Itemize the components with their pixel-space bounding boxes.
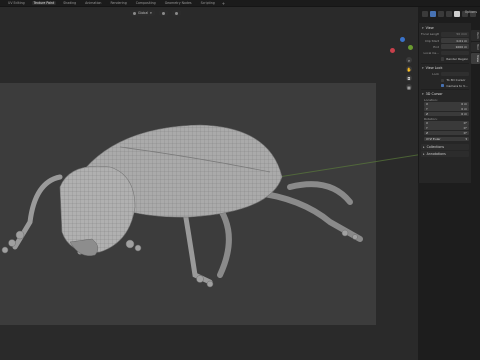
chevron-down-icon: ▾ xyxy=(422,92,424,97)
proportional-edit-toggle[interactable] xyxy=(171,10,181,16)
sidebar-tabs: Item Tool View xyxy=(471,30,480,90)
hand-pan-icon[interactable]: ✋ xyxy=(406,66,412,72)
chevron-right-icon: ▸ xyxy=(423,145,425,150)
viewport-header: Global ▾ xyxy=(0,7,476,23)
render-region-checkbox[interactable] xyxy=(441,57,445,61)
workspace-tab[interactable]: UV Editing xyxy=(6,1,27,5)
rotation-mode-dropdown[interactable]: XYZ Euler ▾ xyxy=(424,136,469,142)
view-section-header[interactable]: ▾ View xyxy=(421,25,469,31)
grid-icon[interactable]: ▦ xyxy=(406,84,412,90)
chevron-down-icon: ▾ xyxy=(422,26,424,30)
local-camera-field[interactable] xyxy=(441,50,469,56)
clip-start-field[interactable]: 0.01 m xyxy=(441,38,469,43)
workspace-tab[interactable]: Geometry Nodes xyxy=(163,1,194,5)
chevron-down-icon: ▾ xyxy=(150,11,152,15)
xray-icon[interactable] xyxy=(446,11,452,17)
beetle-tarsus-segments xyxy=(1,229,358,288)
lock-object-field[interactable] xyxy=(441,71,469,77)
orientation-icon xyxy=(133,11,136,15)
zoom-icon[interactable]: ⌕ xyxy=(406,57,412,63)
lock-to-cursor-checkbox[interactable] xyxy=(441,78,445,82)
visibility-icon[interactable] xyxy=(422,11,428,17)
proportional-icon xyxy=(174,11,178,15)
workspace-tab-bar: UV Editing Texture Paint Shading Animati… xyxy=(0,0,480,7)
snap-icon xyxy=(161,11,165,15)
overlay-icon[interactable] xyxy=(438,11,444,17)
cursor-rotation-z[interactable]: Z 0° xyxy=(424,130,469,136)
chevron-down-icon: ▾ xyxy=(465,136,467,141)
sidebar-tab-tool[interactable]: Tool xyxy=(471,41,480,52)
sidebar-tab-item[interactable]: Item xyxy=(471,30,480,41)
camera-icon[interactable]: ◘ xyxy=(406,75,412,81)
chevron-down-icon: ▾ xyxy=(422,65,424,70)
clip-end-field[interactable]: 1000 m xyxy=(441,44,469,50)
sidebar-tab-view[interactable]: View xyxy=(471,52,480,64)
workspace-tab[interactable]: Animation xyxy=(83,1,103,5)
sidebar-panel: ▾ View Focal Length 50 mm Clip Start 0.01 … xyxy=(418,23,471,183)
cursor-location-x[interactable]: X0 m xyxy=(424,102,469,107)
beetle-model[interactable] xyxy=(0,7,418,360)
workspace-tab-active[interactable]: Texture Paint xyxy=(31,1,57,5)
camera-to-view-checkbox[interactable] xyxy=(441,83,445,88)
workspace-tab[interactable]: Rendering xyxy=(108,1,128,5)
workspace-tab[interactable]: Compositing xyxy=(134,1,158,5)
snap-toggle[interactable] xyxy=(158,10,168,16)
workspace-tab[interactable]: Scripting xyxy=(199,1,217,5)
collections-panel-header[interactable]: ▸ Collections xyxy=(421,144,469,151)
solid-shading-icon[interactable] xyxy=(454,11,460,17)
view-lock-section-header[interactable]: ▾ View Lock xyxy=(421,65,469,71)
3d-viewport[interactable]: ⌕ ✋ ◘ ▦ xyxy=(0,7,418,360)
x-axis-ball[interactable] xyxy=(390,48,395,53)
transform-orientation-dropdown[interactable]: Global ▾ xyxy=(130,10,155,16)
cursor-location-y[interactable]: Y0 m xyxy=(424,107,469,112)
workspace-tab[interactable]: Shading xyxy=(61,1,78,5)
divider xyxy=(421,62,469,64)
beetle-mandible xyxy=(69,238,99,256)
divider xyxy=(421,89,469,91)
options-dropdown[interactable]: Options xyxy=(465,10,477,14)
cursor-rotation-y[interactable]: Y 0° xyxy=(424,126,469,131)
gizmo-toggle-icon[interactable] xyxy=(430,11,436,17)
add-workspace-icon[interactable]: + xyxy=(222,1,225,6)
focal-length-field[interactable]: 50 mm xyxy=(441,32,469,37)
chevron-right-icon: ▸ xyxy=(423,152,425,157)
annotations-panel-header[interactable]: ▸ Annotations xyxy=(421,151,469,158)
z-axis-ball[interactable] xyxy=(400,37,405,42)
cursor-rotation-x[interactable]: X 0° xyxy=(424,121,469,126)
y-axis-ball[interactable] xyxy=(408,45,413,50)
